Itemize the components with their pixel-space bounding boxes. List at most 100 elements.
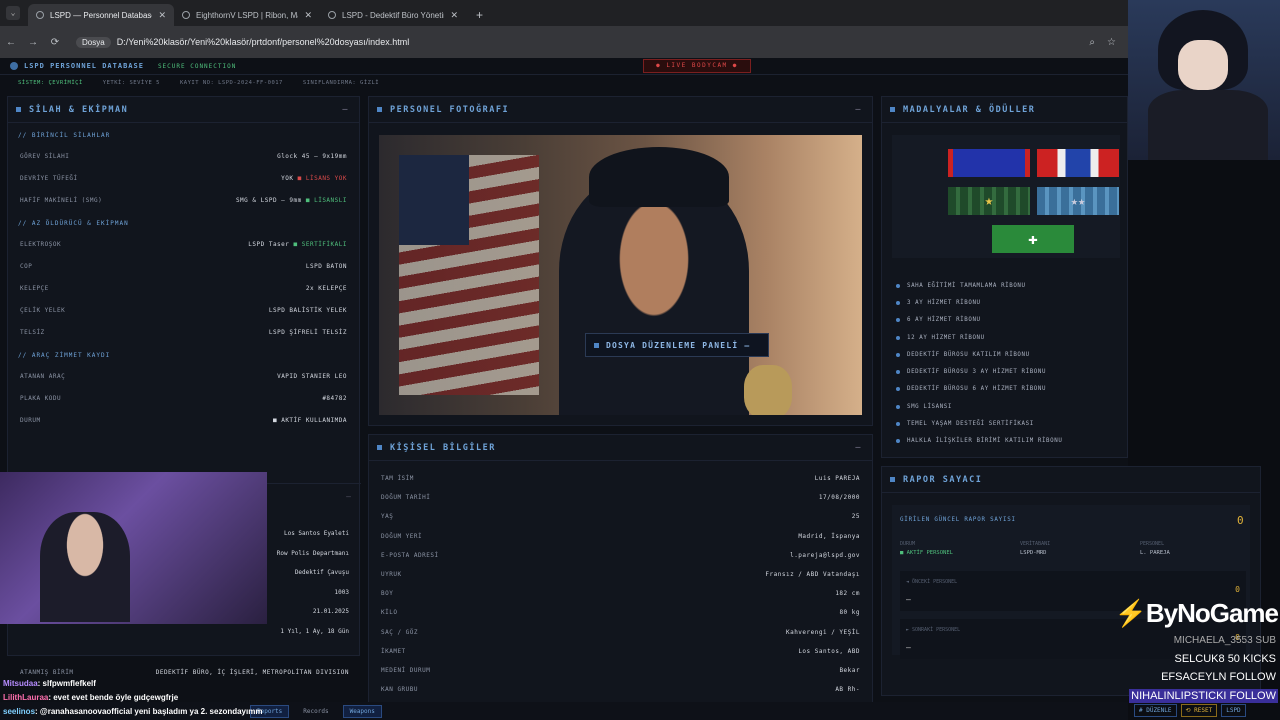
medal-item: DEDEKTİF BÜROSU 6 AY HİZMET RİBONU [896,381,1062,398]
license-tag: LİSANS YOK [305,174,347,182]
officer-figure [559,175,749,415]
tab-search-icon[interactable]: ⌄ [6,6,20,20]
app-header: LSPD PERSONNEL DATABASE SECURE CONNECTIO… [0,58,1128,75]
row-value: Madrid, İspanya [798,532,860,540]
bookmark-star-icon[interactable]: ☆ [1107,37,1116,48]
report-box: GİRİLEN GÜNCEL RAPOR SAYISI 0 DURUM ■ AK… [892,505,1250,659]
tab-title: EighthornV LSPD | Ribon, Mada [196,10,298,20]
vtuber-avatar [1128,0,1280,160]
tab-dedektif[interactable]: LSPD - Dedektif Büro Yönetim P ✕ [320,4,466,26]
edit-button[interactable]: # DÜZENLE [1134,704,1177,717]
bottom-right-actions: # DÜZENLE ⟲ RESET LSPD [1134,704,1246,717]
tab-personnel[interactable]: LSPD — Personnel Database ✕ [28,4,174,26]
equip-row: HAFİF MAKİNELİ (SMG) SMG & LSPD — 9mm ■ L… [8,189,359,211]
photo-panel: PERSONEL FOTOĞRAFI – DOSYA DÜZENLEME PANE… [368,96,873,426]
info-row: E-POSTA ADRESİ l.pareja@lspd.gov [369,546,872,565]
row-value: 2x KELEPÇE [305,284,347,292]
row-value: 25 [851,513,860,521]
lspd-button[interactable]: LSPD [1221,704,1246,717]
row-key: ELEKTROŞOK [20,240,62,248]
panel-header: KİŞİSEL BİLGİLER – [369,435,872,461]
status-class: SINIFLANDIRMA: GİZLİ [302,80,380,86]
close-icon[interactable]: ✕ [304,10,312,21]
row-value: 17/08/2000 [818,494,860,502]
alert-line: SELCUK8 50 KICKS [1174,653,1277,665]
panel-title: SİLAH & EKİPMAN [29,104,129,115]
row-key: ÇELİK YELEK [20,306,66,314]
vehicle-row: ATANAN ARAÇ VAPID STANIER LEO [8,365,359,387]
panel-header: SİLAH & EKİPMAN – [8,97,359,123]
row-key: GÖREV SİLAHI [20,152,70,160]
prev-value: — [906,595,911,604]
chat-text: : @ranahasanoovaofficial yeni başladım y… [35,707,263,716]
row-value: YOK [281,174,294,182]
chat-message: LilithLauraa: evet evet bende öyle gıdçe… [3,693,178,702]
service-value: 1 Yıl, 1 Ay, 18 Gün [280,627,349,635]
row-value: Los Santos, ABD [798,647,860,655]
row-value: Luis PAREJA [814,475,860,483]
tab-title: LSPD - Dedektif Büro Yönetim P [342,10,444,20]
service-value: 1003 [334,588,349,596]
status-key: DURUM [900,541,916,547]
personal-info-panel: KİŞİSEL BİLGİLER – TAM İSİM Luis PAREJA DO… [368,434,873,720]
row-key: TELSİZ [20,328,45,336]
row-key: ATANMIŞ BİRİM [20,668,74,676]
chat-user: Mitsudaa [3,679,38,688]
row-key: ATANAN ARAÇ [20,372,66,380]
license-badge: ■ LİSANS YOK [297,174,347,182]
close-icon[interactable]: ✕ [158,10,166,21]
url-field[interactable]: Dosya D:/Yeni%20klasör/Yeni%20klasör/prtd… [76,36,1089,48]
file-scheme-chip[interactable]: Dosya [76,36,111,48]
new-tab-button[interactable]: + [466,4,493,26]
row-key: TAM İSİM [381,475,414,483]
officer-cap [589,147,729,207]
status-strip: SİSTEM: ÇEVRİMİÇİ YETKİ: SEVİYE 5 KAYIT … [0,75,1128,91]
personnel-value: L. PAREJA [1140,550,1170,556]
close-icon[interactable]: ✕ [450,10,458,21]
status-value: ■ AKTİF PERSONEL [900,550,953,556]
prev-label: ◄ ÖNCEKİ PERSONEL [906,579,958,585]
streamer-webcam [0,472,267,624]
reset-button[interactable]: ⟲ RESET [1180,704,1218,717]
row-key: SAÇ / GÖZ [381,628,419,636]
row-value: LSPD ŞİFRELİ TELSİZ [268,328,347,336]
edit-panel-button[interactable]: DOSYA DÜZENLEME PANELİ – [585,333,769,357]
info-row: TAM İSİM Luis PAREJA [369,469,872,488]
url-text: D:/Yeni%20klasör/Yeni%20klasör/prtdonf/p… [116,37,410,47]
tab-ribon[interactable]: EighthornV LSPD | Ribon, Mada ✕ [174,4,320,26]
collapse-button[interactable]: – [346,492,351,501]
tab-title: LSPD — Personnel Database [50,10,153,20]
panel-title: RAPOR SAYACI [903,474,983,485]
reload-icon[interactable]: ⟳ [44,37,66,48]
cross-ribbon-icon: ✚ [992,225,1074,253]
back-icon[interactable]: ← [0,37,22,48]
info-row: KAN GRUBU AB Rh- [369,680,872,699]
next-label: ► SONRAKİ PERSONEL [906,627,961,633]
collapse-button[interactable]: – [855,443,862,453]
forward-icon[interactable]: → [22,37,44,48]
collapse-button[interactable]: – [342,105,349,115]
row-value: Kahverengi / YEŞİL [785,628,860,636]
live-bodycam-button[interactable]: ● LIVE BODYCAM ● [643,59,751,73]
collapse-button[interactable]: – [855,105,862,115]
chat-message: seelinos: @ranahasanoovaofficial yeni ba… [3,707,262,716]
info-row: İKAMET Los Santos, ABD [369,642,872,661]
medal-list: SAHA EĞİTİMİ TAMAMLAMA RİBONU 3 AY HİZME… [896,277,1062,450]
chat-user: seelinos [3,707,36,716]
zoom-icon[interactable]: ⌕ [1089,37,1095,48]
status-system: SİSTEM: ÇEVRİMİÇİ [18,80,83,86]
section-heading: // BİRİNCİL SİLAHLAR [18,132,111,139]
cert-badge: ■ SERTİFİKALI [293,240,347,248]
row-key: BOY [381,590,394,598]
medals-panel: MADALYALAR & ÖDÜLLER ★ ★★ ✚ SAHA EĞİTİMİ… [881,96,1128,458]
medal-item: 6 AY HİZMET RİBONU [896,312,1062,329]
nav-weapons[interactable]: Weapons [342,704,382,718]
tab-bar: LSPD — Personnel Database ✕ EighthornV LS… [0,0,1128,26]
equip-row: ELEKTROŞOK LSPD Taser ■ SERTİFİKALI [8,233,359,255]
alert-line: MICHAELA_3553 SUB [1173,635,1276,646]
nav-records[interactable]: Records [303,708,328,715]
prev-count: 0 [1235,585,1240,594]
medal-item: 12 AY HİZMET RİBONU [896,329,1062,346]
row-value: 182 cm [835,590,860,598]
info-row: DOĞUM TARİHİ 17/08/2000 [369,488,872,507]
